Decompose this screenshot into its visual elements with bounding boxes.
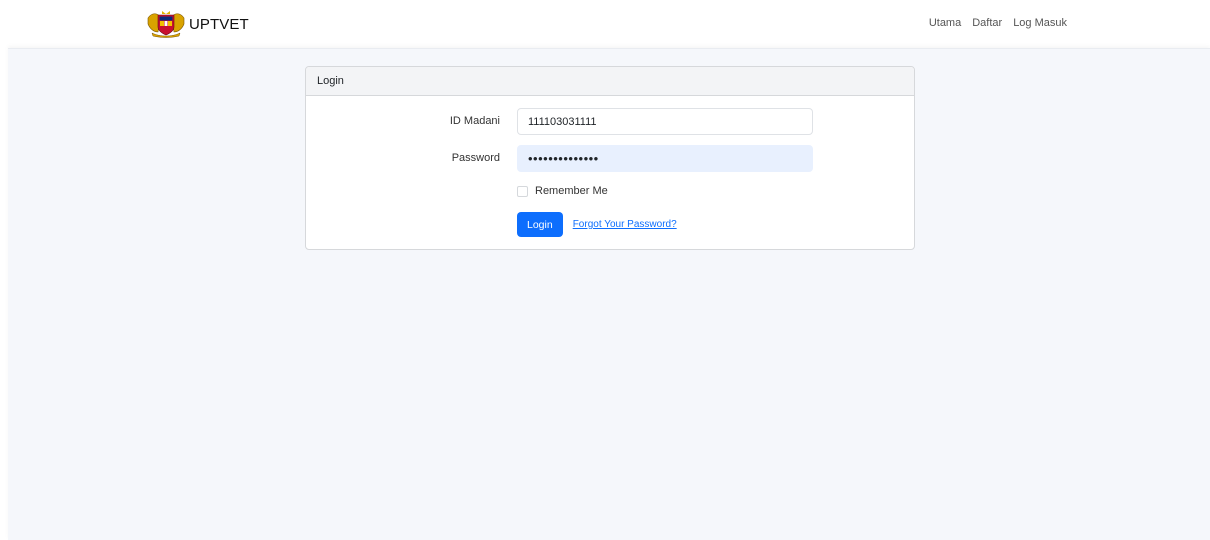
card-header: Login: [306, 67, 914, 96]
login-button[interactable]: Login: [517, 212, 563, 237]
brand[interactable]: UPTVET: [146, 10, 249, 38]
password-input[interactable]: [517, 145, 813, 172]
id-madani-label: ID Madani: [449, 115, 500, 127]
password-row: Password: [306, 145, 914, 172]
brand-name: UPTVET: [189, 15, 249, 33]
remember-me-label[interactable]: Remember Me: [535, 185, 608, 197]
id-row: ID Madani: [306, 108, 914, 135]
password-label: Password: [451, 152, 500, 164]
remember-me-checkbox[interactable]: [517, 185, 528, 197]
nav-link-utama[interactable]: Utama: [929, 17, 961, 29]
coat-of-arms-logo: [147, 11, 185, 38]
form-actions: Login Forgot Your Password?: [517, 212, 677, 237]
nav-link-daftar[interactable]: Daftar: [972, 17, 1002, 29]
nav-link-log-masuk[interactable]: Log Masuk: [1013, 17, 1067, 29]
navbar: UPTVET Utama Daftar Log Masuk: [0, 0, 1210, 48]
login-card: Login ID Madani Password Remember Me Log…: [305, 66, 915, 250]
id-madani-input[interactable]: [517, 108, 813, 135]
forgot-password-link[interactable]: Forgot Your Password?: [573, 219, 677, 230]
main-content: Login ID Madani Password Remember Me Log…: [8, 48, 1210, 540]
remember-me-row: Remember Me: [517, 184, 608, 198]
top-nav: Utama Daftar Log Masuk: [929, 17, 1067, 29]
